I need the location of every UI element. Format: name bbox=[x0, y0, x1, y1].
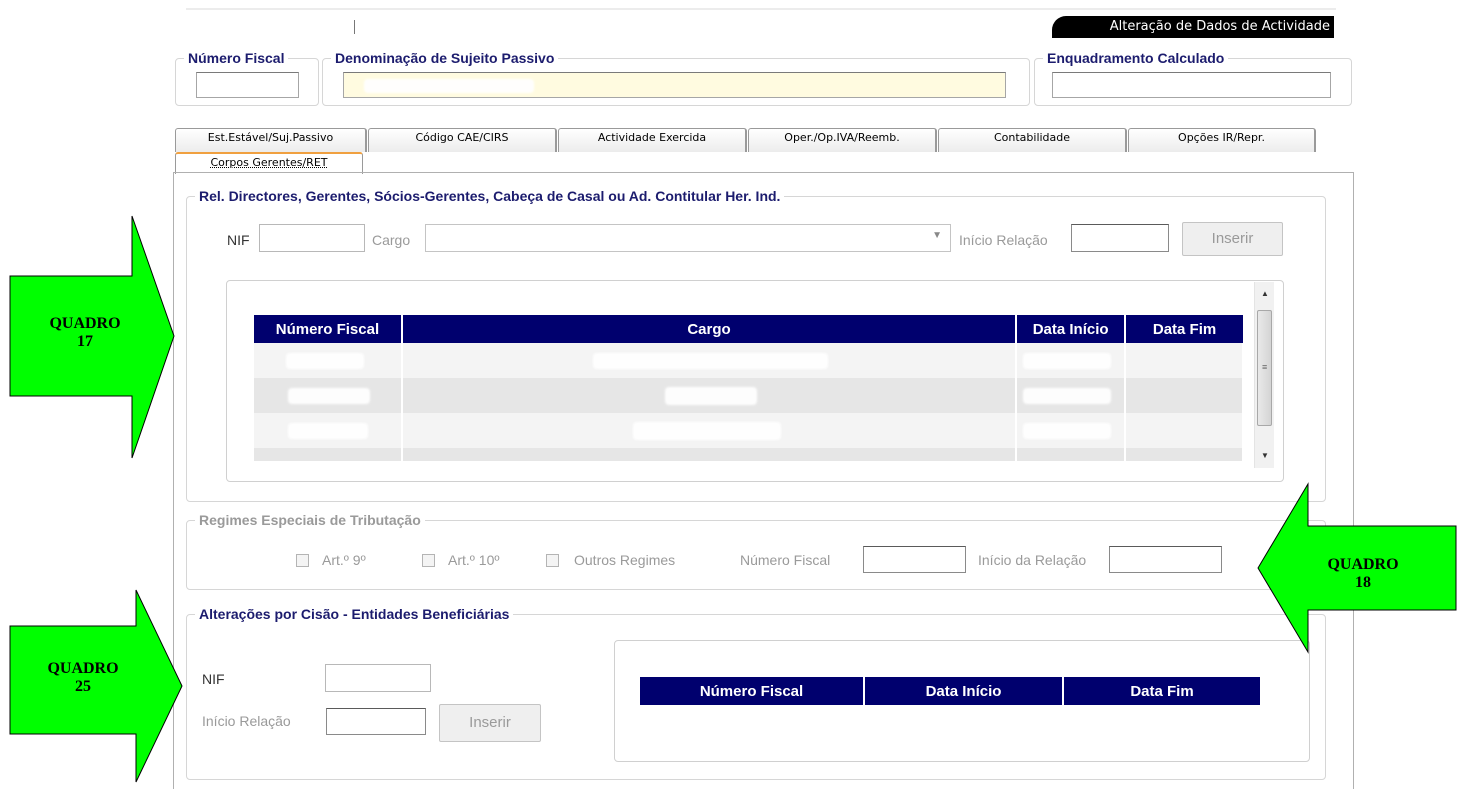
outros-regimes-label: Outros Regimes bbox=[574, 552, 676, 568]
redacted-value bbox=[364, 79, 534, 93]
quadro17-number: 17 bbox=[77, 333, 93, 350]
nif-label-q25: NIF bbox=[202, 671, 225, 687]
tab-opcoes-ir[interactable]: Opções IR/Repr. bbox=[1128, 128, 1316, 152]
quadro18-legend: Regimes Especiais de Tributação bbox=[199, 512, 421, 528]
col-numero-fiscal[interactable]: Número Fiscal bbox=[254, 315, 403, 343]
col-data-fim[interactable]: Data Fim bbox=[1125, 315, 1243, 343]
cargo-label: Cargo bbox=[372, 232, 411, 248]
redacted-value bbox=[1023, 353, 1112, 369]
denominacao-label: Denominação de Sujeito Passivo bbox=[335, 50, 555, 66]
scroll-down-icon[interactable]: ▼ bbox=[1255, 446, 1275, 466]
redacted-value bbox=[288, 423, 368, 439]
inicio-relacao-input-q25[interactable] bbox=[326, 708, 426, 735]
redacted-value bbox=[1023, 423, 1112, 439]
top-divider bbox=[186, 8, 1336, 10]
art9-label: Art.º 9º bbox=[322, 552, 366, 568]
redacted-value bbox=[286, 353, 364, 369]
redacted-value bbox=[592, 353, 828, 369]
inicio-da-relacao-input[interactable] bbox=[1109, 546, 1222, 573]
tab-oper-op-iva[interactable]: Oper./Op.IVA/Reemb. bbox=[748, 128, 937, 152]
table-scrollbar[interactable]: ▲ ≡ ▼ bbox=[1254, 282, 1274, 468]
col-cargo[interactable]: Cargo bbox=[401, 315, 1018, 343]
inicio-relacao-input[interactable] bbox=[1071, 224, 1169, 252]
denominacao-field[interactable] bbox=[343, 72, 1006, 98]
nif-input-q25[interactable] bbox=[325, 664, 431, 692]
quadro18-number: 18 bbox=[1355, 574, 1371, 591]
table-row[interactable] bbox=[254, 448, 1244, 461]
enquadramento-field[interactable] bbox=[1052, 72, 1331, 98]
redacted-value bbox=[1023, 388, 1112, 404]
numero-fiscal-label: Número Fiscal bbox=[188, 50, 285, 66]
numero-fiscal-field[interactable] bbox=[196, 72, 299, 98]
nif-label: NIF bbox=[227, 232, 250, 248]
separator bbox=[354, 20, 355, 34]
col-data-inicio[interactable]: Data Início bbox=[1016, 315, 1127, 343]
quadro17-word: QUADRO bbox=[49, 315, 121, 332]
quadro25-legend: Alterações por Cisão - Entidades Benefic… bbox=[199, 606, 510, 622]
art10-checkbox[interactable] bbox=[422, 554, 435, 567]
tab-corpos-gerentes[interactable]: Corpos Gerentes/RET bbox=[175, 152, 363, 174]
col-data-fim-q25[interactable]: Data Fim bbox=[1063, 677, 1260, 705]
quadro17-legend: Rel. Directores, Gerentes, Sócios-Gerent… bbox=[199, 188, 781, 204]
art9-checkbox[interactable] bbox=[296, 554, 309, 567]
numero-fiscal-input-q18[interactable] bbox=[863, 546, 966, 573]
window-title: Alteração de Dados de Actividade bbox=[1052, 16, 1334, 38]
redacted-value bbox=[632, 422, 781, 440]
inicio-relacao-label-q25: Início Relação bbox=[202, 713, 291, 729]
quadro18-word: QUADRO bbox=[1327, 556, 1399, 573]
quadro18-annotation: QUADRO 18 bbox=[1298, 556, 1428, 592]
quadro17-annotation: QUADRO 17 bbox=[20, 315, 150, 351]
table-row[interactable] bbox=[254, 378, 1244, 413]
quadro25-table: Número Fiscal Data Início Data Fim bbox=[640, 677, 1260, 705]
inicio-relacao-label: Início Relação bbox=[959, 232, 1048, 248]
chevron-down-icon: ▼ bbox=[932, 230, 942, 241]
table-row[interactable] bbox=[254, 343, 1244, 378]
quadro17-table: Número Fiscal Cargo Data Início Data Fim bbox=[254, 315, 1244, 461]
quadro25-word: QUADRO bbox=[47, 660, 119, 677]
nif-input[interactable] bbox=[259, 224, 365, 252]
art10-label: Art.º 10º bbox=[448, 552, 500, 568]
numero-fiscal-label-q18: Número Fiscal bbox=[740, 552, 831, 568]
outros-regimes-checkbox[interactable] bbox=[546, 554, 559, 567]
quadro25-number: 25 bbox=[75, 678, 91, 695]
grip-icon: ≡ bbox=[1262, 362, 1268, 372]
tab-est-estavel[interactable]: Est.Estável/Suj.Passivo bbox=[175, 128, 367, 152]
col-numero-fiscal-q25[interactable]: Número Fiscal bbox=[640, 677, 865, 705]
redacted-value bbox=[664, 387, 757, 405]
tab-codigo-cae[interactable]: Código CAE/CIRS bbox=[368, 128, 557, 152]
tab-contabilidade[interactable]: Contabilidade bbox=[938, 128, 1127, 152]
enquadramento-label: Enquadramento Calculado bbox=[1047, 50, 1225, 66]
tab-actividade-exercida[interactable]: Actividade Exercida bbox=[558, 128, 747, 152]
inserir-button-q25[interactable]: Inserir bbox=[439, 704, 541, 742]
inserir-button[interactable]: Inserir bbox=[1182, 222, 1283, 256]
quadro25-annotation: QUADRO 25 bbox=[18, 660, 148, 696]
scroll-up-icon[interactable]: ▲ bbox=[1255, 284, 1275, 304]
cargo-select[interactable]: ▼ bbox=[425, 224, 951, 252]
scroll-thumb[interactable]: ≡ bbox=[1257, 310, 1272, 426]
redacted-value bbox=[288, 388, 370, 404]
inicio-da-relacao-label: Início da Relação bbox=[978, 552, 1087, 568]
table-row[interactable] bbox=[254, 413, 1244, 448]
col-data-inicio-q25[interactable]: Data Início bbox=[864, 677, 1064, 705]
